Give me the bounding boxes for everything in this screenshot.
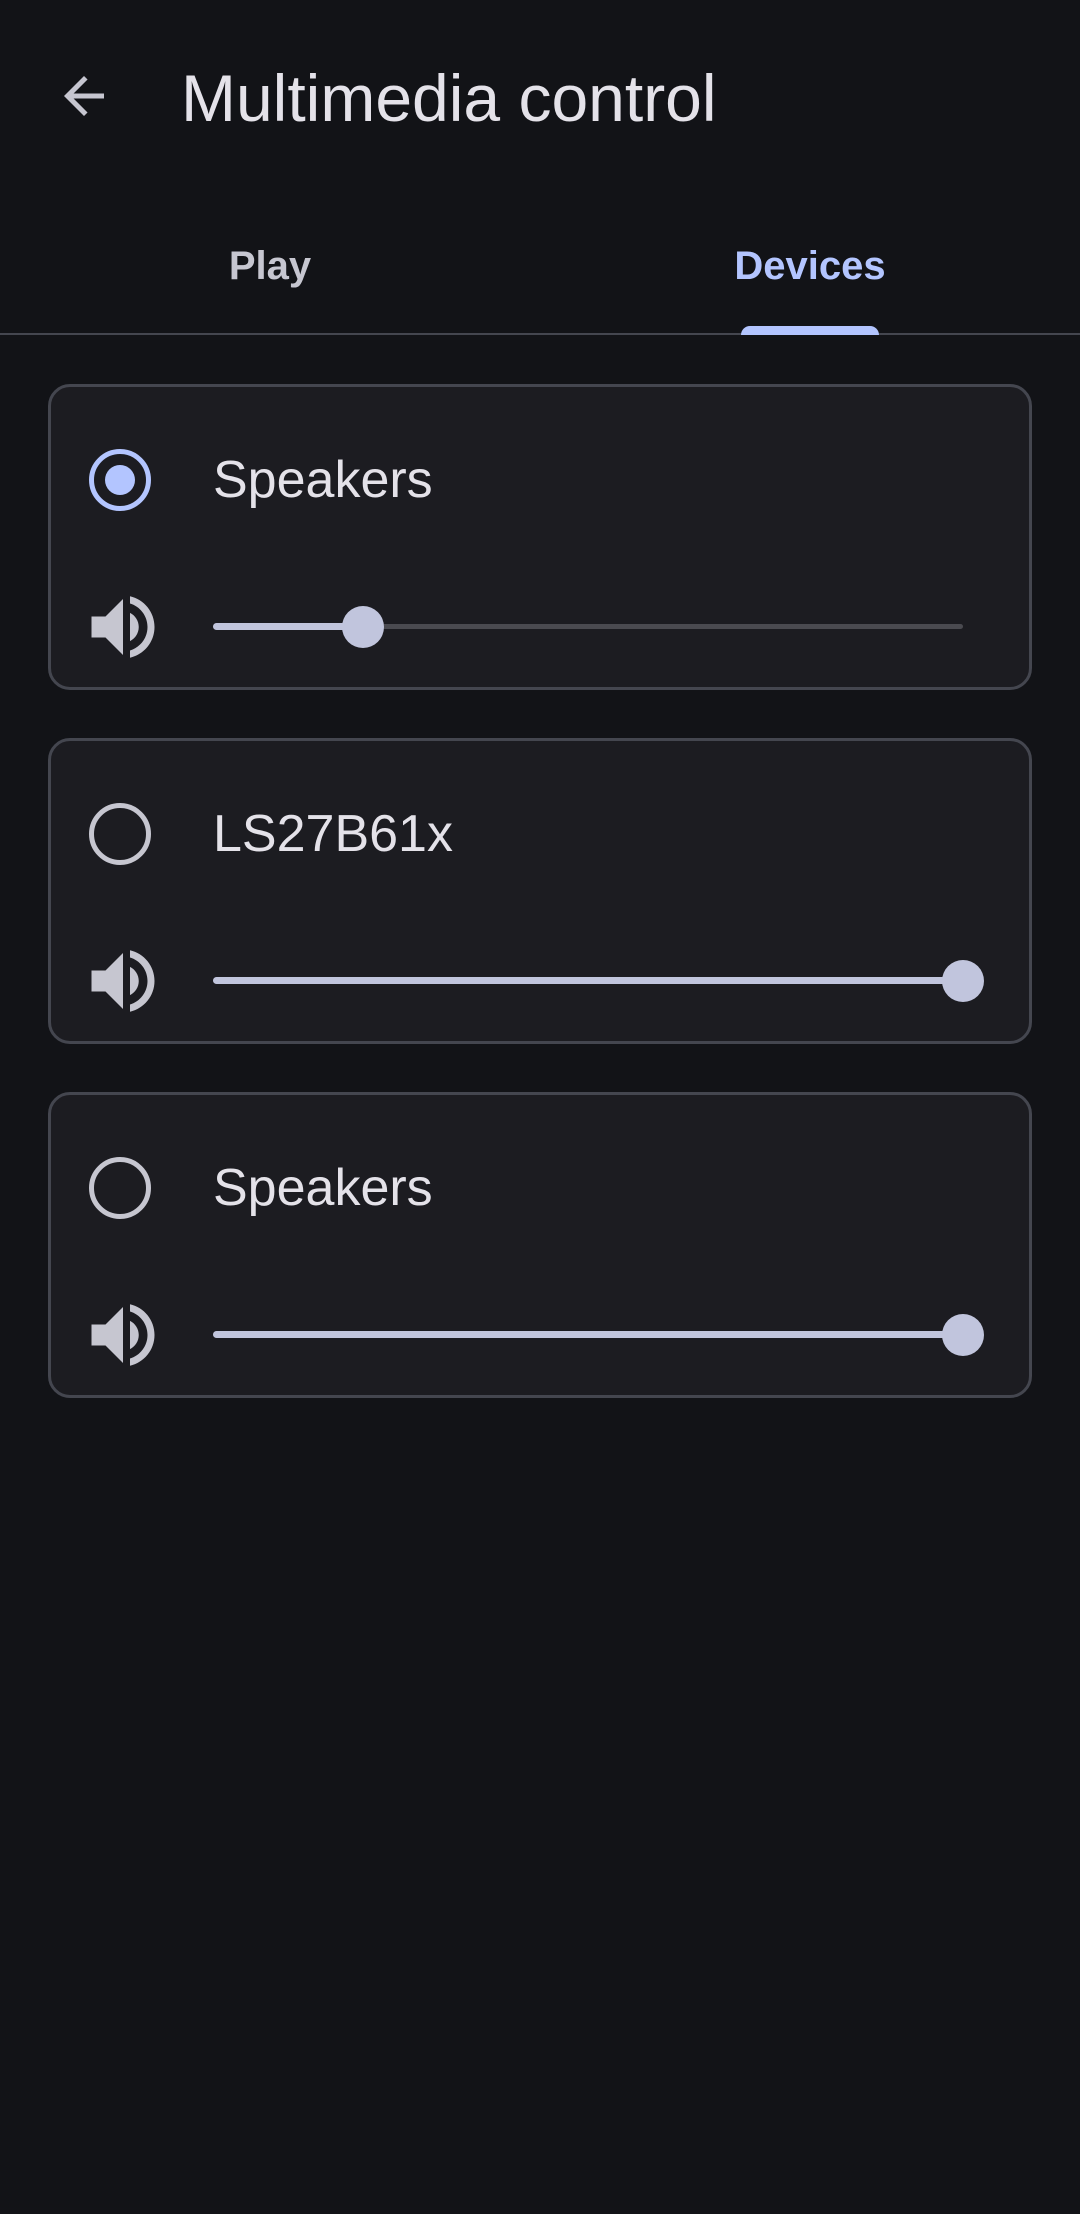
arrow-back-icon: [64, 76, 104, 116]
volume-slider[interactable]: [213, 959, 984, 1003]
volume-icon: [91, 596, 155, 658]
slider-fill: [213, 977, 963, 984]
volume-slider[interactable]: [213, 605, 963, 649]
device-card: Speakers: [48, 384, 1032, 690]
page-title: Multimedia control: [181, 61, 717, 135]
device-name: LS27B61x: [213, 805, 453, 863]
slider-fill: [213, 623, 363, 630]
slider-thumb[interactable]: [342, 606, 384, 648]
volume-slider[interactable]: [213, 1313, 984, 1357]
tab-play[interactable]: Play: [0, 200, 540, 333]
tab-devices[interactable]: Devices: [540, 200, 1080, 333]
volume-icon: [91, 950, 155, 1012]
slider-fill: [213, 1331, 963, 1338]
device-radio[interactable]: [89, 803, 151, 865]
device-card: LS27B61x: [48, 738, 1032, 1044]
tab-bar: Play Devices: [0, 200, 1080, 335]
device-card: Speakers: [48, 1092, 1032, 1398]
device-name: Speakers: [213, 1159, 433, 1217]
device-radio[interactable]: [89, 1157, 151, 1219]
device-radio[interactable]: [89, 449, 151, 511]
app-bar: Multimedia control: [0, 0, 1080, 200]
tab-indicator: [741, 326, 879, 335]
slider-thumb[interactable]: [942, 960, 984, 1002]
device-name: Speakers: [213, 451, 433, 509]
volume-icon: [91, 1304, 155, 1366]
back-button[interactable]: [42, 54, 126, 138]
slider-thumb[interactable]: [942, 1314, 984, 1356]
